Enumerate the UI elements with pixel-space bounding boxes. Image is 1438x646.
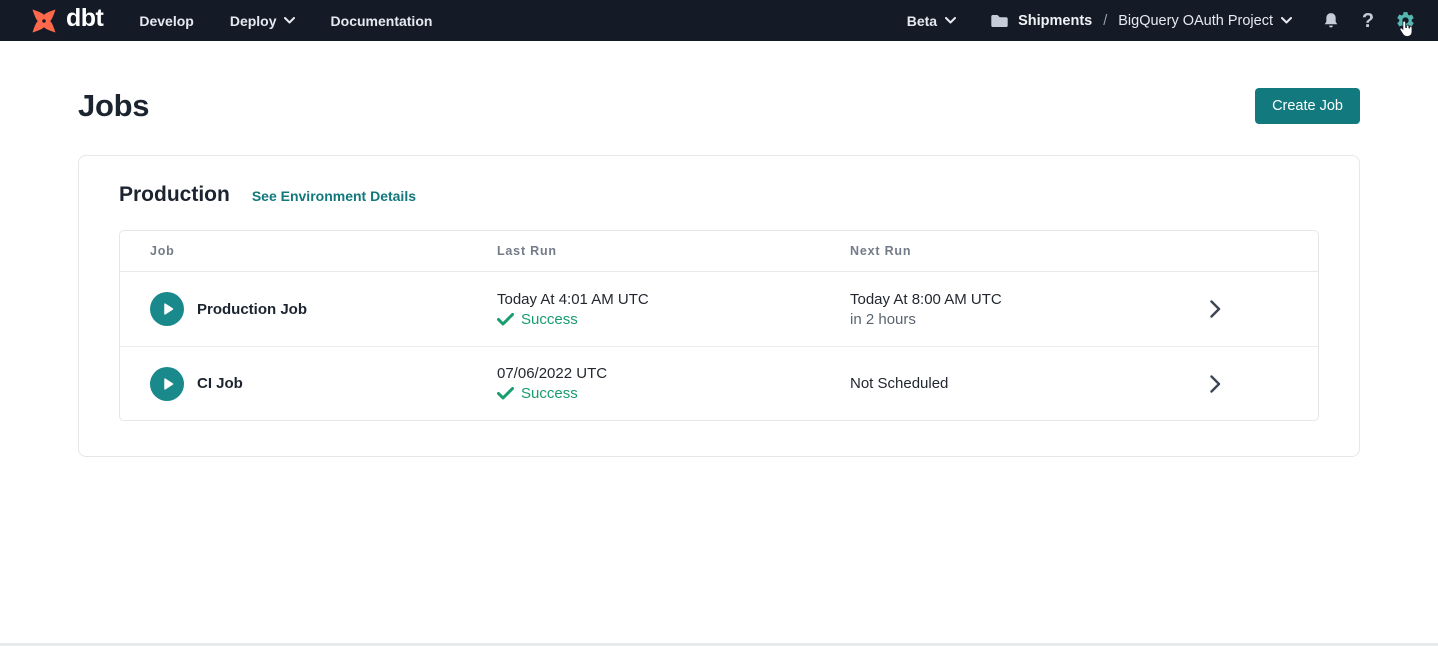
breadcrumb-separator: /	[1101, 13, 1109, 29]
notifications-button[interactable]	[1320, 10, 1342, 32]
play-icon	[159, 375, 177, 393]
nav-item-documentation[interactable]: Documentation	[331, 13, 433, 29]
dbt-logo-text: dbt	[66, 6, 103, 35]
folder-icon	[990, 13, 1009, 29]
dbt-logo-icon	[28, 5, 60, 37]
breadcrumb-project-label: BigQuery OAuth Project	[1118, 13, 1273, 29]
last-run-cell: Today At 4:01 AM UTC Success	[497, 291, 850, 328]
job-name: CI Job	[197, 375, 243, 392]
play-icon	[159, 300, 177, 318]
run-job-button[interactable]	[150, 367, 184, 401]
breadcrumb: Shipments / BigQuery OAuth Project	[990, 13, 1292, 29]
job-cell: CI Job	[150, 367, 497, 401]
run-status-label: Success	[521, 311, 578, 328]
environment-card: Production See Environment Details Job L…	[78, 155, 1360, 457]
top-navigation-bar: dbt Develop Deploy Documentation Beta Sh…	[0, 0, 1438, 41]
help-button[interactable]: ?	[1357, 10, 1379, 32]
row-expand-control[interactable]	[1210, 300, 1288, 318]
next-run-time: Not Scheduled	[850, 375, 1210, 392]
chevron-right-icon	[1210, 375, 1221, 393]
breadcrumb-project-dropdown[interactable]: BigQuery OAuth Project	[1118, 13, 1292, 29]
nav-icon-buttons: ?	[1320, 10, 1416, 32]
run-status: Success	[497, 385, 850, 402]
nav-item-deploy-label: Deploy	[230, 13, 277, 29]
table-row-ci-job[interactable]: CI Job 07/06/2022 UTC Success Not Schedu…	[120, 346, 1318, 420]
last-run-cell: 07/06/2022 UTC Success	[497, 365, 850, 402]
column-header-last-run: Last Run	[497, 244, 850, 258]
environment-details-link[interactable]: See Environment Details	[252, 188, 416, 204]
column-header-job: Job	[150, 244, 497, 258]
beta-dropdown[interactable]: Beta	[907, 13, 956, 29]
chevron-down-icon	[1281, 17, 1292, 24]
breadcrumb-account[interactable]: Shipments	[1018, 13, 1092, 29]
job-name: Production Job	[197, 301, 307, 318]
nav-item-develop[interactable]: Develop	[139, 13, 193, 29]
chevron-right-icon	[1210, 300, 1221, 318]
nav-item-documentation-label: Documentation	[331, 13, 433, 29]
dbt-logo[interactable]: dbt	[28, 5, 103, 37]
row-expand-control[interactable]	[1210, 375, 1288, 393]
chevron-down-icon	[945, 17, 956, 24]
last-run-time: 07/06/2022 UTC	[497, 365, 850, 382]
primary-nav: Develop Deploy Documentation	[139, 13, 432, 29]
run-status-label: Success	[521, 385, 578, 402]
check-icon	[497, 387, 514, 400]
jobs-table-header-row: Job Last Run Next Run	[120, 231, 1318, 272]
run-job-button[interactable]	[150, 292, 184, 326]
run-status: Success	[497, 311, 850, 328]
nav-item-develop-label: Develop	[139, 13, 193, 29]
settings-button[interactable]	[1394, 10, 1416, 32]
next-run-relative: in 2 hours	[850, 311, 1210, 328]
jobs-table: Job Last Run Next Run Production Job Tod…	[119, 230, 1319, 421]
beta-label: Beta	[907, 13, 937, 29]
chevron-down-icon	[284, 17, 295, 24]
hand-cursor	[1399, 20, 1414, 38]
nav-item-deploy[interactable]: Deploy	[230, 13, 295, 29]
next-run-cell: Today At 8:00 AM UTC in 2 hours	[850, 291, 1210, 328]
create-job-button[interactable]: Create Job	[1255, 88, 1360, 124]
check-icon	[497, 313, 514, 326]
environment-card-header: Production See Environment Details	[119, 183, 1319, 207]
page-header: Jobs Create Job	[0, 88, 1438, 124]
page-title: Jobs	[78, 88, 149, 124]
table-row-production-job[interactable]: Production Job Today At 4:01 AM UTC Succ…	[120, 272, 1318, 346]
nav-right-cluster: Beta Shipments / BigQuery OAuth Project	[907, 10, 1416, 32]
question-mark-icon: ?	[1362, 11, 1374, 31]
job-cell: Production Job	[150, 292, 497, 326]
column-header-next-run: Next Run	[850, 244, 1210, 258]
environment-title: Production	[119, 183, 230, 207]
next-run-cell: Not Scheduled	[850, 375, 1210, 392]
next-run-time: Today At 8:00 AM UTC	[850, 291, 1210, 308]
last-run-time: Today At 4:01 AM UTC	[497, 291, 850, 308]
bell-icon	[1321, 11, 1341, 31]
